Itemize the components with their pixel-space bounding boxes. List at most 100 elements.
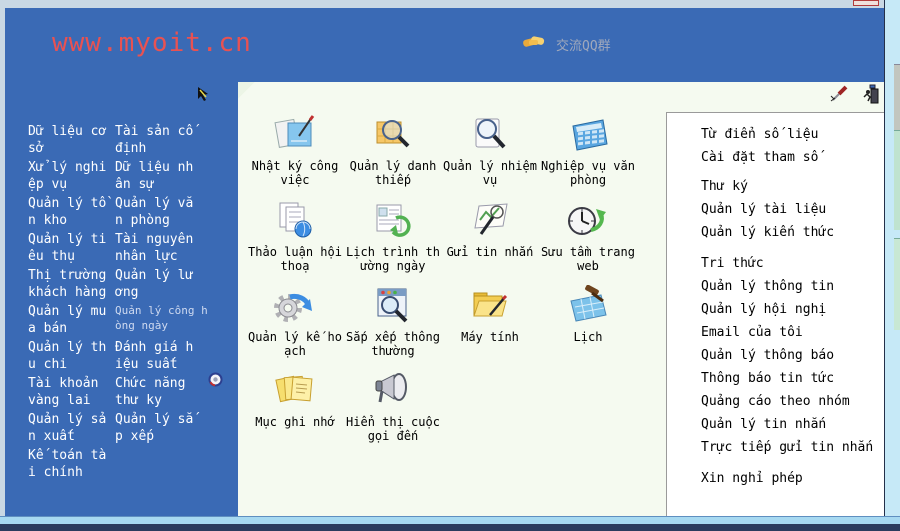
background-window-segment: [894, 64, 900, 130]
desktop-item-label: Hiển thị cuộc gọi đến: [346, 415, 440, 443]
menu-item-cai-dat-tham-so[interactable]: Cài đặt tham số: [701, 150, 884, 173]
task-search-icon: [441, 110, 539, 156]
background-close-button: [853, 0, 879, 6]
desktop-item-muc-ghi-nho[interactable]: Mục ghi nhớ: [246, 366, 344, 429]
screwdriver-icon[interactable]: [830, 85, 848, 107]
desktop-item-nghiep-vu-van-phong[interactable]: Nghiệp vụ văn phòng: [539, 110, 637, 187]
menu-item-quan-ly-tai-lieu[interactable]: Quản lý tài liệu: [701, 202, 884, 225]
menu-item-tu-dien-so-lieu[interactable]: Từ điển số liệu: [701, 127, 884, 150]
menu-item-xin-nghi-phep[interactable]: Xin nghỉ phép: [701, 471, 884, 494]
sidebar-item-quan-ly-tieu-thu[interactable]: Quản lý ti êu thụ: [28, 231, 116, 265]
plan-icon: [246, 281, 344, 327]
desktop-item-label: Thảo luận hội thoạ: [248, 245, 342, 273]
desktop-item-thao-luan-hoi-thoa[interactable]: Thảo luận hội thoạ: [246, 196, 344, 273]
background-window-segment: [894, 130, 900, 230]
sidebar-item-ke-toan-tai-chinh[interactable]: Kế toán tà i chính: [28, 447, 116, 481]
folder-pen-icon: [441, 281, 539, 327]
desktop-item-label: Nhật ký công việc: [251, 159, 339, 187]
desktop-item-quan-ly-ke-hoach[interactable]: Quản lý kế ho ạch: [246, 281, 344, 358]
desktop-item-lich-trinh-thuong-ngay[interactable]: Lịch trình th ường ngày: [344, 196, 442, 273]
menu-item-tri-thuc[interactable]: Tri thức: [701, 256, 884, 279]
daily-schedule-icon: [344, 196, 442, 242]
menu-item-email-cua-toi[interactable]: Email của tôi: [701, 325, 884, 348]
toolbar: [810, 84, 880, 108]
round-record-icon[interactable]: [208, 372, 223, 391]
desktop-item-lich[interactable]: Lịch: [539, 281, 637, 344]
screen: www.myoit.cn 交流QQ群 Dữ liệu cơ sở Xử lý n…: [0, 0, 900, 531]
menu-group-secretary: Thư ký Quản lý tài liệu Quản lý kiến thứ…: [701, 179, 884, 248]
discussion-icon: [246, 196, 344, 242]
window-bottom-border: [0, 516, 900, 524]
screen-bottom-edge: [0, 524, 900, 531]
sidebar-column-2: Tài sản cố định Dữ liệu nh ân sự Quản lý…: [115, 123, 233, 447]
exit-door-icon[interactable]: [862, 84, 880, 108]
sidebar-item-quan-ly-san-xuat[interactable]: Quản lý sả n xuất: [28, 411, 116, 445]
calendar-gavel-icon: [539, 281, 637, 327]
sidebar-item-quan-ly-mua-ban[interactable]: Quản lý mu a bán: [28, 303, 116, 337]
desktop-item-label: Nghiệp vụ văn phòng: [541, 159, 635, 187]
menu-item-quan-ly-tin-nhan[interactable]: Quản lý tin nhắn: [701, 417, 884, 440]
desktop-item-sap-xep-thong-thuong[interactable]: Sắp xếp thông thường: [344, 281, 442, 358]
right-menu-panel: Từ điển số liệu Cài đặt tham số Thư ký Q…: [666, 112, 884, 517]
desktop-item-may-tinh[interactable]: Máy tính: [441, 281, 539, 344]
memo-icon: [246, 366, 344, 412]
megaphone-icon: [344, 366, 442, 412]
menu-item-quan-ly-hoi-nghi[interactable]: Quản lý hội nghị: [701, 302, 884, 325]
sidebar-item-quan-ly-cong-hang-ngay[interactable]: Quản lý công h òng ngày: [115, 303, 233, 337]
sidebar-item-danh-gia-hieu-suat[interactable]: Đánh giá h iệu suất: [115, 339, 233, 373]
desktop-item-label: Gửi tin nhắn: [446, 245, 534, 259]
menu-item-thu-ky[interactable]: Thư ký: [701, 179, 884, 202]
sidebar-item-quan-ly-luong[interactable]: Quản lý lư ơng: [115, 267, 233, 301]
menu-item-truc-tiep-gui-tin-nhan[interactable]: Trực tiếp gửi tin nhắn: [701, 440, 884, 463]
menu-item-quang-cao-theo-nhom[interactable]: Quảng cáo theo nhóm: [701, 394, 884, 417]
calculator-icon: [539, 110, 637, 156]
desktop-item-label: Mục ghi nhớ: [255, 415, 335, 429]
desktop-item-quan-ly-nhiem-vu[interactable]: Quản lý nhiệm vụ: [441, 110, 539, 187]
menu-group-leave: Xin nghỉ phép: [701, 471, 884, 494]
desktop-item-nhat-ky-cong-viec[interactable]: Nhật ký công việc: [246, 110, 344, 187]
sidebar-item-du-lieu-nhan-su[interactable]: Dữ liệu nh ân sự: [115, 159, 233, 193]
background-window-segment: [894, 238, 900, 330]
card-search-icon: [344, 110, 442, 156]
site-url-text: www.myoit.cn: [52, 28, 252, 58]
desktop-item-label: Máy tính: [461, 330, 519, 344]
sidebar-column-1: Dữ liệu cơ sở Xử lý nghi ệp vụ Quản lý t…: [28, 123, 116, 483]
journal-icon: [246, 110, 344, 156]
main-window: www.myoit.cn 交流QQ群 Dữ liệu cơ sở Xử lý n…: [5, 8, 884, 517]
menu-item-quan-ly-thong-tin[interactable]: Quản lý thông tin: [701, 279, 884, 302]
content-panel: Nhật ký công việc Quản lý danh thiếp Quả…: [238, 82, 884, 517]
menu-item-thong-bao-tin-tuc[interactable]: Thông báo tin tức: [701, 371, 884, 394]
desktop-item-gui-tin-nhan[interactable]: Gửi tin nhắn: [441, 196, 539, 259]
arrow-cursor-icon: [196, 86, 212, 106]
menu-group-settings: Từ điển số liệu Cài đặt tham số: [701, 127, 884, 173]
send-message-icon: [441, 196, 539, 242]
desktop-item-label: Quản lý nhiệm vụ: [443, 159, 537, 187]
menu-group-knowledge: Tri thức Quản lý thông tin Quản lý hội n…: [701, 256, 884, 463]
desktop-item-suu-tam-trang-web[interactable]: Sưu tầm trang web: [539, 196, 637, 273]
sidebar-item-tai-nguyen-nhan-luc[interactable]: Tài nguyên nhân lực: [115, 231, 233, 265]
desktop-item-label: Sưu tầm trang web: [541, 245, 635, 273]
sidebar-item-quan-ly-ton-kho[interactable]: Quản lý tồ n kho: [28, 195, 116, 229]
sidebar-item-quan-ly-thu-chi[interactable]: Quản lý th u chi: [28, 339, 116, 373]
sidebar-item-xu-ly-nghiep-vu[interactable]: Xử lý nghi ệp vụ: [28, 159, 116, 193]
background-window-edge: [884, 0, 900, 531]
sidebar-item-quan-ly-sap-xep[interactable]: Quản lý sắ p xếp: [115, 411, 233, 445]
sidebar-item-du-lieu-co-so[interactable]: Dữ liệu cơ sở: [28, 123, 116, 157]
desktop-item-label: Quản lý danh thiếp: [349, 159, 437, 187]
sidebar-item-tai-khoan-vang-lai[interactable]: Tài khoản vàng lai: [28, 375, 116, 409]
qq-group-label: 交流QQ群: [556, 38, 611, 54]
desktop-item-hien-thi-cuoc-goi-den[interactable]: Hiển thị cuộc gọi đến: [344, 366, 442, 443]
menu-item-quan-ly-thong-bao[interactable]: Quản lý thông báo: [701, 348, 884, 371]
sidebar-item-quan-ly-van-phong[interactable]: Quản lý vă n phòng: [115, 195, 233, 229]
menu-item-quan-ly-kien-thuc[interactable]: Quản lý kiến thức: [701, 225, 884, 248]
qq-group-link[interactable]: 交流QQ群: [522, 33, 611, 55]
sidebar-item-thi-truong-khach-hang[interactable]: Thị trường khách hàng: [28, 267, 116, 301]
desktop-item-label: Sắp xếp thông thường: [346, 330, 440, 358]
web-collect-icon: [539, 196, 637, 242]
handshake-icon: [522, 33, 546, 55]
sort-window-icon: [344, 281, 442, 327]
sidebar-item-tai-san-co-dinh[interactable]: Tài sản cố định: [115, 123, 233, 157]
desktop-item-quan-ly-danh-thiep[interactable]: Quản lý danh thiếp: [344, 110, 442, 187]
desktop-item-label: Lịch trình th ường ngày: [346, 245, 440, 273]
desktop-item-label: Lịch: [573, 330, 603, 344]
